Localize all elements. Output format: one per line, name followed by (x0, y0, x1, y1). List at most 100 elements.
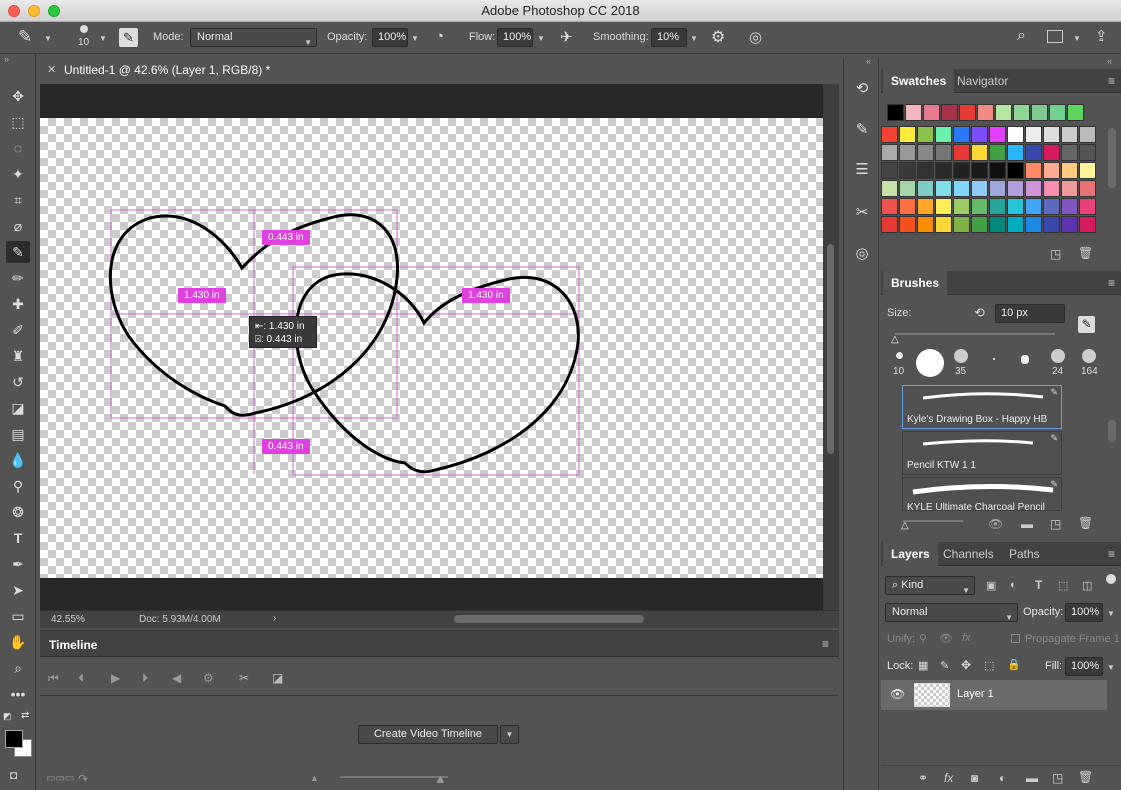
shape-tool-icon[interactable]: ▭ (6, 605, 30, 627)
pressure-size-icon[interactable]: ◎ (749, 28, 762, 46)
color-swatch[interactable] (1079, 144, 1096, 161)
unify-position-icon[interactable]: ⚲ (919, 632, 927, 645)
color-swatch[interactable] (1025, 144, 1042, 161)
minimize-window-button[interactable] (28, 5, 40, 17)
color-swatch[interactable] (959, 104, 976, 121)
color-swatch[interactable] (881, 180, 898, 197)
color-swatch[interactable] (953, 198, 970, 215)
color-swatch[interactable] (935, 216, 952, 233)
color-swatch[interactable] (1067, 104, 1084, 121)
panel-menu-icon[interactable]: ≡ (822, 637, 829, 651)
color-swatch[interactable] (1079, 162, 1096, 179)
color-swatch[interactable] (935, 198, 952, 215)
color-swatch[interactable] (1079, 216, 1096, 233)
flow-chevron-icon[interactable]: ▼ (537, 34, 545, 43)
filter-adjustment-icon[interactable]: ◐ (1010, 579, 1017, 591)
color-swatch[interactable] (953, 162, 970, 179)
color-swatch[interactable] (935, 162, 952, 179)
add-mask-icon[interactable]: ◙ (971, 771, 978, 785)
brush-size-input[interactable]: 10 px (995, 304, 1065, 323)
color-swatch[interactable] (935, 126, 952, 143)
foreground-color-swatch[interactable] (5, 730, 23, 748)
fill-chevron-icon[interactable]: ▼ (1107, 663, 1115, 672)
next-frame-icon[interactable]: ⏵ (142, 671, 148, 686)
color-swatch[interactable] (1007, 198, 1024, 215)
new-layer-icon[interactable]: ◳ (1052, 771, 1063, 785)
trash-icon[interactable]: 🗑 (1078, 516, 1093, 530)
healing-brush-tool-icon[interactable]: ✚ (6, 293, 30, 315)
color-swatch[interactable] (1061, 198, 1078, 215)
brush-settings-icon[interactable]: ✎ (850, 119, 874, 141)
gear-icon[interactable]: ⚙ (711, 27, 725, 47)
color-swatch[interactable] (971, 216, 988, 233)
type-tool-icon[interactable]: T (6, 527, 30, 549)
lock-artboard-icon[interactable]: ⬚ (984, 659, 994, 672)
color-swatch[interactable] (899, 144, 916, 161)
eyedropper-tool-icon[interactable]: ⌀ (6, 215, 30, 237)
color-swatch[interactable] (1061, 126, 1078, 143)
frame-animation-icon[interactable]: ▭▭▭ (46, 773, 74, 784)
workspace-icon[interactable] (1047, 30, 1063, 43)
timeline-type-dropdown[interactable]: ▼ (500, 725, 519, 744)
smoothing-chevron-icon[interactable]: ▼ (690, 34, 698, 43)
color-swatch[interactable] (989, 180, 1006, 197)
zoom-tool-icon[interactable]: ⌕ (6, 657, 30, 679)
color-swatch[interactable] (899, 162, 916, 179)
color-swatch[interactable] (1025, 162, 1042, 179)
visibility-icon[interactable]: 👁 (988, 517, 1003, 531)
play-icon[interactable]: ▶ (111, 671, 120, 685)
color-swatch[interactable] (1043, 144, 1060, 161)
color-swatch[interactable] (971, 126, 988, 143)
collapse-icon[interactable]: « (866, 56, 871, 66)
color-swatch[interactable] (935, 144, 952, 161)
color-swatch[interactable] (1025, 126, 1042, 143)
color-swatch[interactable] (917, 180, 934, 197)
document-tab[interactable]: ✕ Untitled-1 @ 42.6% (Layer 1, RGB/8) * (40, 58, 290, 83)
horizontal-scroll-thumb[interactable] (454, 615, 644, 623)
color-swatch[interactable] (989, 216, 1006, 233)
pressure-opacity-icon[interactable]: ◔ (435, 28, 444, 45)
tab-swatches[interactable]: Swatches (883, 69, 955, 93)
history-brush-tool-icon[interactable]: ↺ (6, 371, 30, 393)
color-swatch[interactable] (1043, 162, 1060, 179)
color-swatch[interactable] (917, 126, 934, 143)
color-swatch[interactable] (941, 104, 958, 121)
color-swatch[interactable] (989, 144, 1006, 161)
brush-picker-chevron-icon[interactable]: ▼ (99, 34, 107, 43)
new-brush-icon[interactable]: ◳ (1050, 517, 1061, 531)
slider-handle-icon[interactable]: △ (901, 520, 909, 531)
cc-libraries-icon[interactable]: ◎ (850, 243, 874, 265)
brush-tool-icon[interactable]: ✎ (6, 241, 30, 263)
brush-thumb-size-slider[interactable] (903, 520, 963, 522)
create-brush-icon[interactable]: ✎ (1078, 316, 1095, 333)
opacity-chevron-icon[interactable]: ▼ (411, 34, 419, 43)
color-swatch[interactable] (1007, 144, 1024, 161)
vertical-scrollbar[interactable] (823, 84, 839, 610)
zoom-out-mountain-icon[interactable]: ▲ (310, 773, 319, 783)
color-swatch[interactable] (989, 198, 1006, 215)
status-menu-arrow-icon[interactable]: › (273, 613, 276, 624)
tab-paths[interactable]: Paths (1001, 542, 1048, 566)
color-swatch[interactable] (989, 162, 1006, 179)
color-swatch[interactable] (899, 126, 916, 143)
clone-stamp-tool-icon[interactable]: ♜ (6, 345, 30, 367)
brush-preset-hard-round-icon[interactable] (916, 349, 944, 377)
filter-toggle[interactable] (1106, 574, 1116, 584)
default-colors-icon[interactable]: ◩ (3, 711, 12, 722)
filter-smart-object-icon[interactable]: ◫ (1082, 579, 1092, 592)
new-swatch-icon[interactable]: ◳ (1050, 247, 1061, 261)
color-swatch[interactable] (953, 180, 970, 197)
color-swatch[interactable] (905, 104, 922, 121)
color-swatch[interactable] (971, 198, 988, 215)
zoom-in-mountain-icon[interactable]: ▲ (434, 771, 447, 786)
color-swatch[interactable] (953, 144, 970, 161)
color-swatch[interactable] (1007, 216, 1024, 233)
blur-tool-icon[interactable]: 💧 (6, 449, 30, 471)
eraser-tool-icon[interactable]: ◪ (6, 397, 30, 419)
color-swatch[interactable] (1061, 162, 1078, 179)
color-swatch[interactable] (971, 162, 988, 179)
sponge-tool-icon[interactable]: ❂ (6, 501, 30, 523)
color-swatch[interactable] (977, 104, 994, 121)
panel-menu-icon[interactable]: ≡ (1108, 74, 1115, 88)
document-canvas[interactable]: 0.443 in 1.430 in 1.430 in 0.443 in (40, 118, 823, 578)
